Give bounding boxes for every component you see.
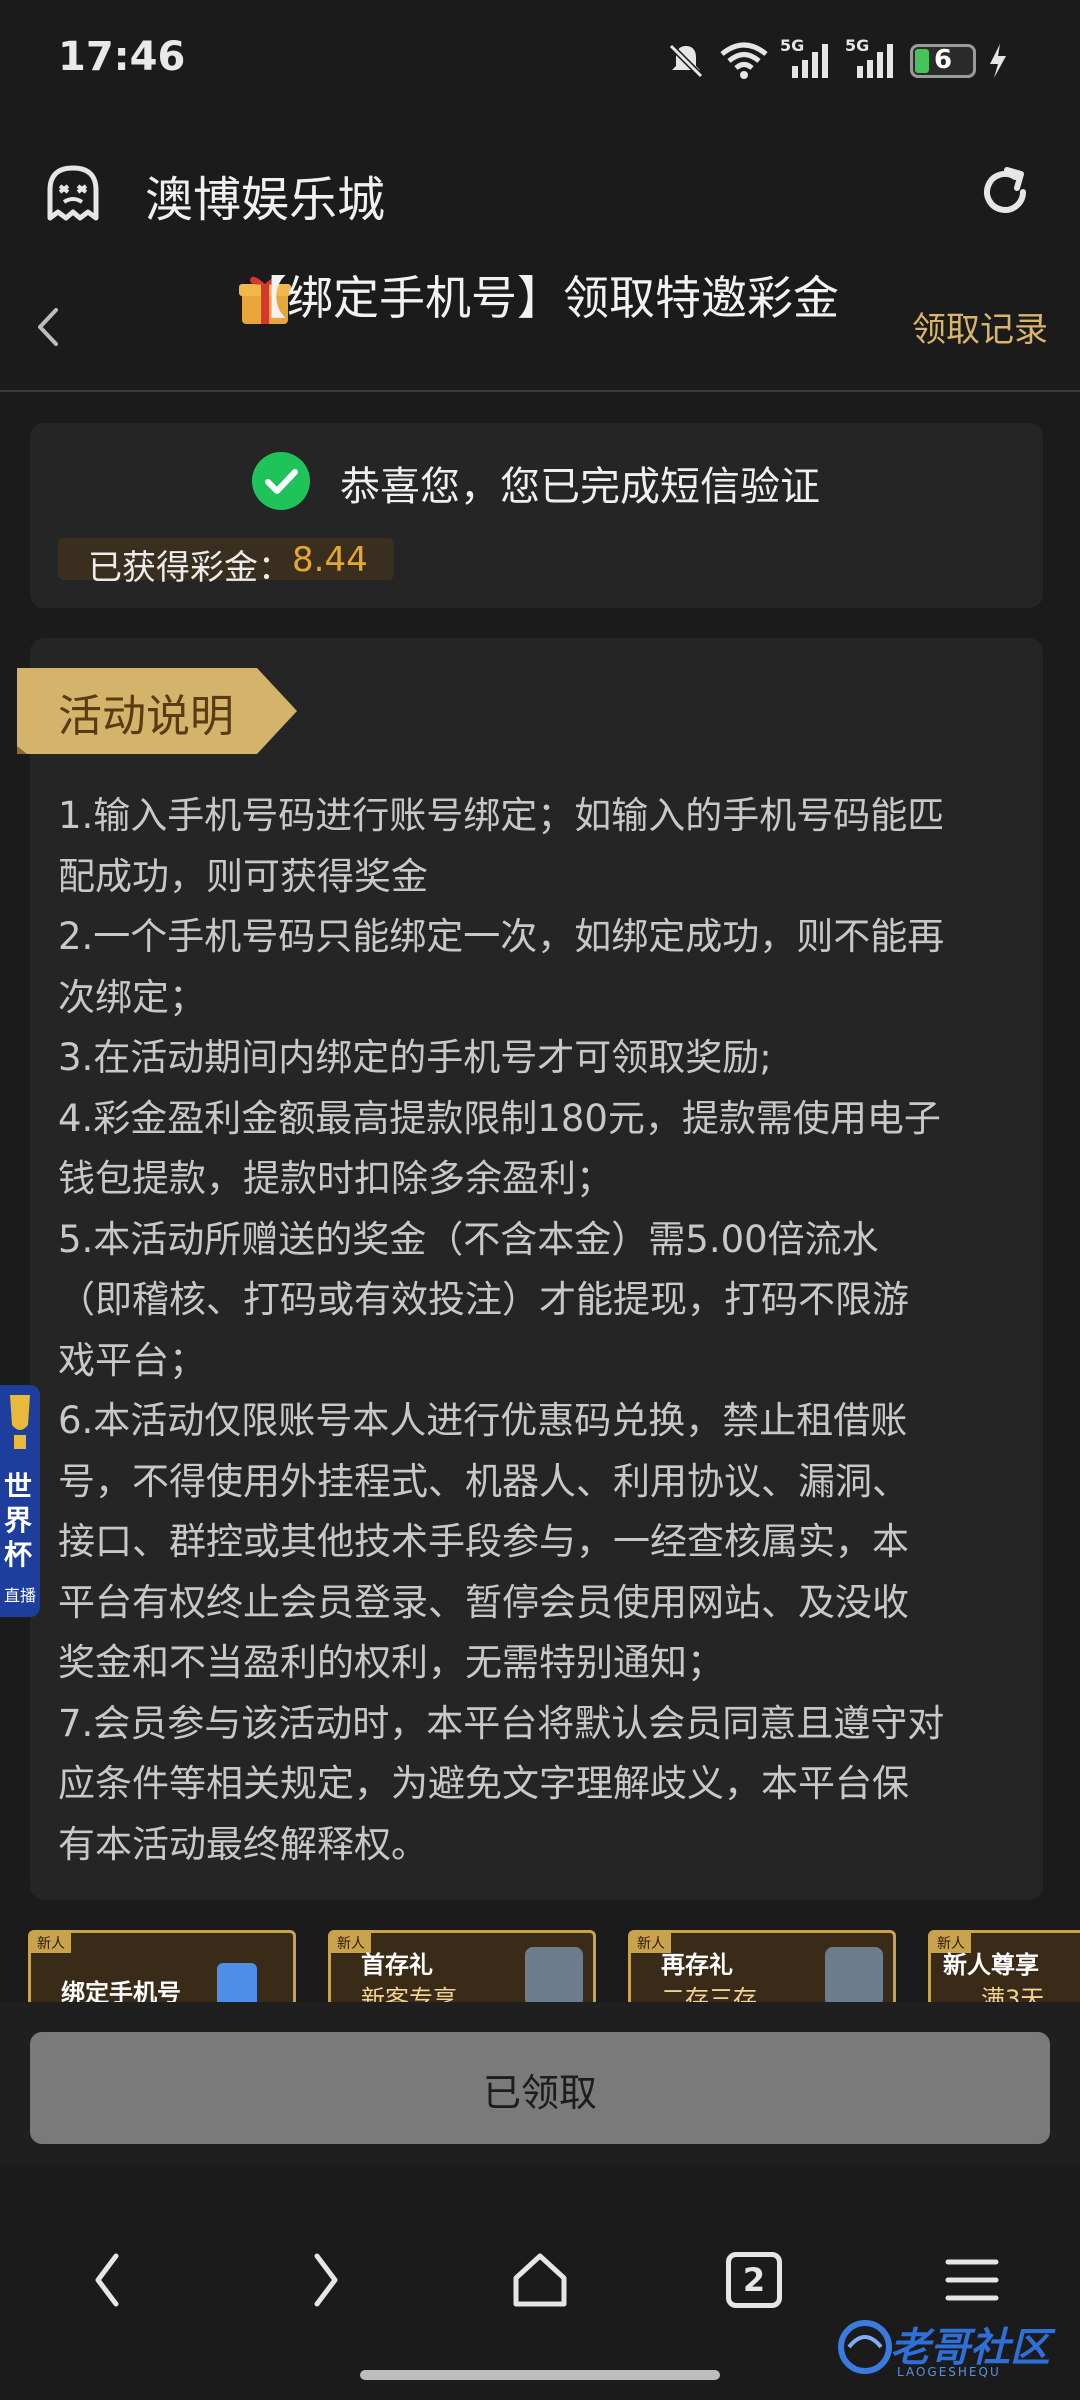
promo-sub: 二存三存 — [661, 1985, 757, 2002]
app-title: 澳博娱乐城 — [145, 172, 386, 228]
rule-line: 次绑定； — [58, 975, 206, 1019]
rule-line: 平台有权终止会员登录、暂停会员使用网站、及没收 — [58, 1580, 909, 1624]
bonus-value: 8.44 — [292, 540, 368, 580]
promo-sub: 新客专享 — [361, 1985, 457, 2002]
promo-model-photo — [825, 1947, 883, 2002]
promo-card[interactable]: 新人 新人尊享 满3天 — [928, 1930, 1080, 2002]
rule-line: 应条件等相关规定，为避免文字理解歧义，本平台保 — [58, 1762, 909, 1805]
promo-model-photo — [525, 1947, 583, 2002]
bonus-label: 已获得彩金： — [88, 548, 292, 588]
success-message: 恭喜您，您已完成短信验证 — [340, 464, 820, 510]
rule-line: 有本活动最终解释权。 — [58, 1822, 428, 1866]
tabs-count-button[interactable]: 2 — [726, 2252, 782, 2308]
promo-card[interactable]: 新人 首存礼 新客专享 — [328, 1930, 596, 2002]
check-circle-icon — [252, 452, 310, 510]
promo-card[interactable]: 新人 再存礼 二存三存 — [628, 1930, 896, 2002]
home-icon[interactable] — [510, 2250, 570, 2310]
claim-record-link[interactable]: 领取记录 — [912, 302, 1048, 351]
mute-icon — [668, 43, 704, 79]
status-time: 17:46 — [58, 34, 186, 80]
watermark-sub: LAOGESHEQU — [897, 2365, 1001, 2379]
signal-icon-1 — [792, 44, 828, 78]
rule-line: 5.本活动所赠送的奖金（不含本金）需5.00倍流水 — [58, 1217, 879, 1261]
refresh-icon[interactable] — [975, 162, 1035, 222]
nav-forward-icon[interactable] — [305, 2250, 345, 2310]
menu-icon[interactable] — [944, 2250, 1000, 2310]
signal-icon-2 — [857, 44, 893, 78]
rule-line: 钱包提款，提款时扣除多余盈利； — [58, 1157, 613, 1200]
promo-strip: 新人 绑定手机号 新人 首存礼 新客专享 新人 再存礼 二存三存 新人 新人尊享… — [0, 1930, 1080, 2002]
dragon-logo-icon — [838, 2320, 892, 2374]
rule-line: 配成功，则可获得奖金 — [58, 854, 428, 898]
battery-level: 6 — [933, 45, 953, 75]
claimed-button-label: 已领取 — [482, 2071, 597, 2115]
watermark-logo: 老哥社区 LAOGESHEQU — [835, 2315, 1060, 2385]
promo-title: 新人尊享 — [943, 1951, 1039, 1979]
rule-line: 2.一个手机号码只能绑定一次，如绑定成功，则不能再 — [58, 915, 945, 958]
rule-line: 7.会员参与该活动时，本平台将默认会员同意且遵守对 — [58, 1701, 945, 1745]
wifi-icon — [720, 42, 768, 79]
promo-title: 首存礼 — [361, 1951, 433, 1979]
rule-line: 6.本活动仅限账号本人进行优惠码兑换，禁止租借账 — [58, 1399, 908, 1442]
charging-icon — [990, 44, 1006, 78]
rule-line: 3.在活动期间内绑定的手机号才可领取奖励; — [58, 1036, 772, 1079]
rule-line: 戏平台； — [58, 1338, 206, 1382]
lock-phone-icon — [217, 1963, 257, 2002]
rules-body: 1.输入手机号码进行账号绑定；如输入的手机号码能匹 配成功，则可获得奖金 2.一… — [58, 786, 1018, 1875]
rule-line: 4.彩金盈利金额最高提款限制180元，提款需使用电子 — [58, 1096, 941, 1140]
rule-line: 奖金和不当盈利的权利，无需特别通知； — [58, 1641, 724, 1684]
ghost-icon[interactable] — [40, 160, 106, 226]
promo-sub: 满3天 — [981, 1985, 1045, 2002]
page-title: 【绑定手机号】领取特邀彩金 — [241, 271, 839, 325]
promo-title: 绑定手机号 — [61, 1979, 181, 2002]
worldcup-title[interactable]: 世界杯 — [4, 1470, 36, 1572]
worldcup-sub: 直播 — [4, 1586, 37, 1605]
promo-card[interactable]: 新人 绑定手机号 — [28, 1930, 296, 2002]
nav-back-icon[interactable] — [88, 2250, 128, 2310]
promo-tag: 新人 — [31, 1933, 71, 1953]
rule-line: 号，不得使用外挂程式、机器人、利用协议、漏洞、 — [58, 1459, 909, 1503]
promo-title: 再存礼 — [661, 1951, 733, 1979]
home-indicator[interactable] — [360, 2370, 720, 2380]
rules-tag-label: 活动说明 — [58, 691, 234, 742]
trophy-icon — [10, 1395, 30, 1449]
battery-icon: 6 — [910, 44, 976, 78]
chevron-left-icon[interactable] — [30, 302, 66, 352]
rule-line: 接口、群控或其他技术手段参与，一经查核属实，本 — [58, 1520, 909, 1563]
rule-line: （即稽核、打码或有效投注）才能提现，打码不限游 — [58, 1278, 909, 1321]
rule-line: 1.输入手机号码进行账号绑定；如输入的手机号码能匹 — [58, 794, 945, 837]
